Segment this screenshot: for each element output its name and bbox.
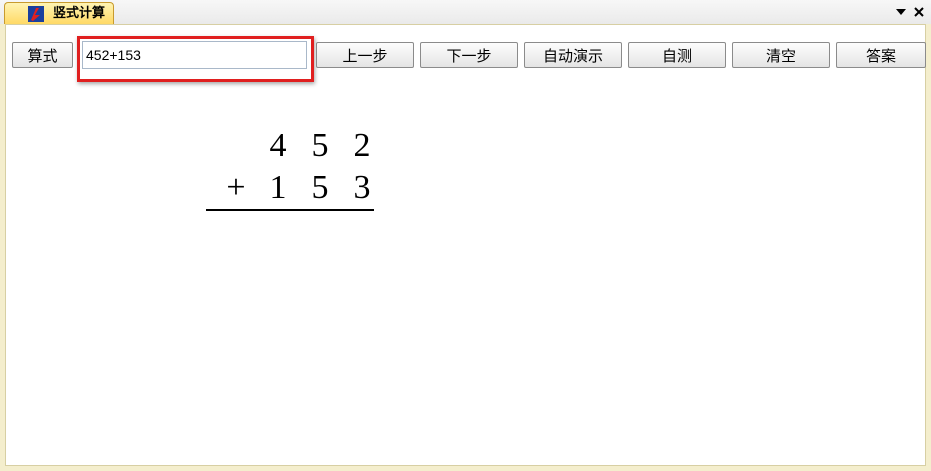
row2-digit-hundreds: 1 (269, 169, 287, 206)
sum-line (206, 209, 374, 211)
row1-digit-ones: 2 (353, 127, 371, 164)
row1-digit-hundreds: 4 (269, 127, 287, 164)
row2-digit-ones: 3 (353, 169, 371, 206)
operator-plus: + (226, 169, 246, 206)
vertical-calculation: 4 5 2 + 1 5 3 (0, 0, 931, 471)
row1-digit-tens: 5 (311, 127, 329, 164)
row2-digit-tens: 5 (311, 169, 329, 206)
